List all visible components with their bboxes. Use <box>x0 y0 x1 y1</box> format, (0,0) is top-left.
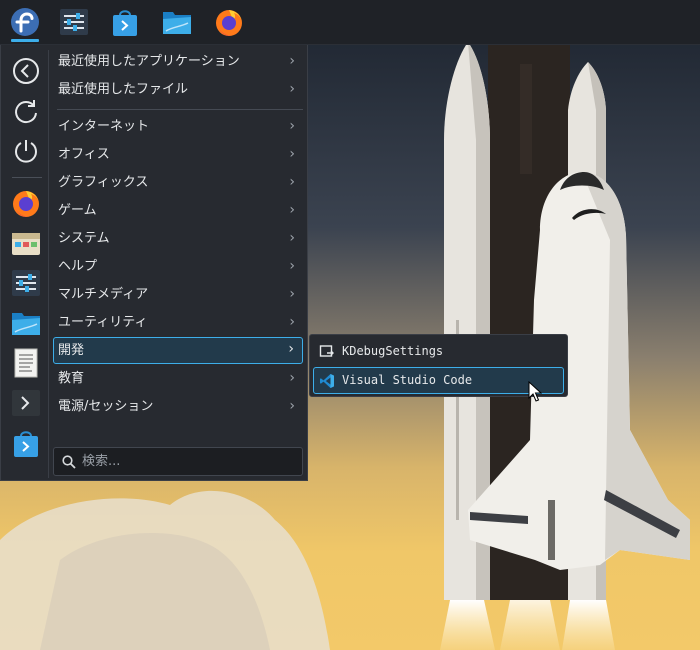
category-label: ヘルプ <box>58 259 98 274</box>
category-label: 開発 <box>58 343 85 358</box>
category-utilities[interactable]: ユーティリティ › <box>53 309 303 336</box>
favorite-firefox-button[interactable] <box>8 186 44 220</box>
vscode-icon <box>320 374 334 388</box>
discover-store-icon <box>113 10 137 36</box>
category-label: グラフィックス <box>58 175 149 190</box>
chevron-right-icon: › <box>289 258 295 274</box>
category-separator <box>57 109 303 110</box>
application-launcher-menu: 最近使用したアプリケーション › 最近使用したファイル › インターネット › … <box>0 44 308 481</box>
favorite-file-manager-button[interactable] <box>8 306 44 340</box>
back-arrow-icon <box>13 58 39 84</box>
favorites-sidebar <box>4 50 49 478</box>
archive-manager-icon <box>12 233 40 255</box>
fedora-logo-icon <box>11 8 39 36</box>
favorites-separator <box>12 177 42 178</box>
chevron-right-icon: › <box>289 230 295 246</box>
top-panel <box>0 0 700 45</box>
category-label: 電源/セッション <box>58 399 154 414</box>
chevron-right-icon: › <box>289 398 295 414</box>
chevron-right-icon: › <box>288 341 294 357</box>
category-internet[interactable]: インターネット › <box>53 113 303 140</box>
category-multimedia[interactable]: マルチメディア › <box>53 281 303 308</box>
power-icon <box>15 140 37 163</box>
chevron-right-icon: › <box>289 370 295 386</box>
mouse-cursor-icon <box>528 381 542 402</box>
application-launcher-button[interactable] <box>5 2 45 42</box>
discover-store-icon <box>14 431 38 457</box>
favorite-power-button[interactable] <box>8 134 44 168</box>
category-education[interactable]: 教育 › <box>53 365 303 392</box>
category-label: インターネット <box>58 119 150 134</box>
panel-discover-button[interactable] <box>105 2 145 42</box>
chevron-right-icon: › <box>289 53 295 69</box>
search-icon <box>62 455 76 469</box>
app-visual-studio-code[interactable]: Visual Studio Code <box>313 367 564 394</box>
favorite-archive-manager-button[interactable] <box>8 226 44 260</box>
recent-applications-item[interactable]: 最近使用したアプリケーション › <box>53 48 303 75</box>
chevron-right-icon: › <box>289 81 295 97</box>
panel-system-settings-button[interactable] <box>54 2 94 42</box>
favorite-back-button[interactable] <box>8 54 44 88</box>
refresh-icon <box>15 100 37 124</box>
favorite-text-editor-button[interactable] <box>8 346 44 380</box>
category-graphics[interactable]: グラフィックス › <box>53 169 303 196</box>
firefox-icon <box>216 10 242 36</box>
search-box[interactable] <box>53 447 303 476</box>
category-development[interactable]: 開発 › <box>53 337 303 364</box>
favorite-discover-button[interactable] <box>8 426 44 460</box>
favorite-refresh-button[interactable] <box>8 94 44 128</box>
recent-files-item[interactable]: 最近使用したファイル › <box>53 76 303 103</box>
app-label: KDebugSettings <box>342 344 444 358</box>
favorite-terminal-button[interactable] <box>8 386 44 420</box>
chevron-right-icon: › <box>289 314 295 330</box>
app-kdebugsettings[interactable]: KDebugSettings <box>313 338 564 365</box>
category-label: ゲーム <box>58 203 97 218</box>
chevron-right-icon: › <box>289 174 295 190</box>
file-manager-icon <box>163 12 191 34</box>
search-input[interactable] <box>82 451 292 472</box>
panel-firefox-button[interactable] <box>209 2 249 42</box>
app-label: Visual Studio Code <box>342 373 473 387</box>
terminal-icon <box>12 390 40 416</box>
file-manager-icon <box>12 313 40 335</box>
category-label: システム <box>58 231 110 246</box>
system-settings-icon <box>12 270 40 296</box>
category-label: マルチメディア <box>58 287 149 302</box>
category-system[interactable]: システム › <box>53 225 303 252</box>
category-label: オフィス <box>58 147 110 162</box>
firefox-icon <box>13 191 39 217</box>
category-label: 教育 <box>58 371 85 386</box>
category-label: ユーティリティ <box>58 315 148 330</box>
chevron-right-icon: › <box>289 286 295 302</box>
category-office[interactable]: オフィス › <box>53 141 303 168</box>
system-settings-icon <box>60 9 88 35</box>
panel-file-manager-button[interactable] <box>157 2 197 42</box>
category-label: 最近使用したファイル <box>58 82 189 97</box>
category-power-session[interactable]: 電源/セッション › <box>53 393 303 420</box>
category-games[interactable]: ゲーム › <box>53 197 303 224</box>
kdebugsettings-icon <box>319 345 334 357</box>
category-label: 最近使用したアプリケーション <box>58 54 240 69</box>
chevron-right-icon: › <box>289 118 295 134</box>
chevron-right-icon: › <box>289 202 295 218</box>
category-help[interactable]: ヘルプ › <box>53 253 303 280</box>
chevron-right-icon: › <box>289 146 295 162</box>
text-editor-icon <box>14 348 38 378</box>
favorite-system-settings-button[interactable] <box>8 266 44 300</box>
